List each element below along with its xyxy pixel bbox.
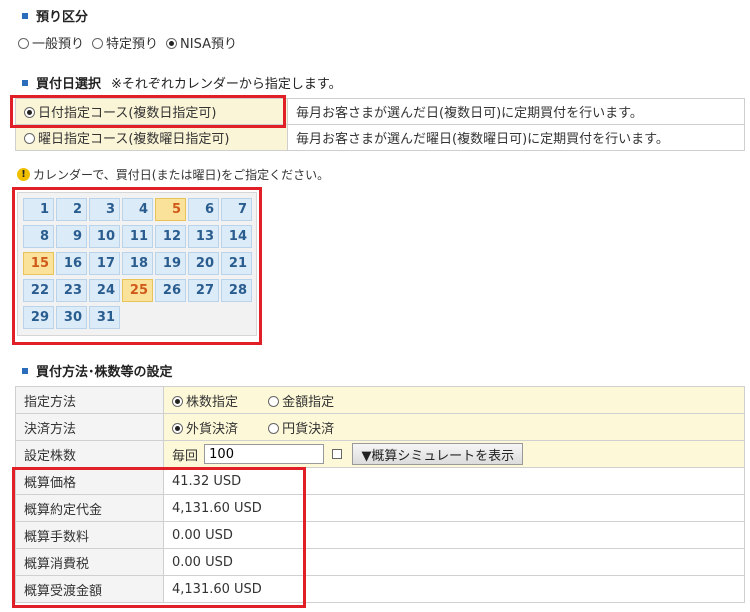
calendar-day[interactable]: 17 <box>89 252 120 275</box>
calendar-day[interactable]: 1 <box>23 198 54 221</box>
spec-method-options: 株数指定 金額指定 <box>163 386 745 414</box>
course-row-date: 日付指定コース(複数日指定可) 毎月お客さまが選んだ日(複数日可)に定期買付を行… <box>15 98 745 125</box>
radio-icon[interactable] <box>268 422 280 434</box>
radio-icon[interactable] <box>24 133 35 144</box>
settings-table: 指定方法 株数指定 金額指定 決済方法 外貨決済 円貨決済 設定株数 毎回 ▼概… <box>15 386 745 603</box>
estimate-row: 概算手数料 0.00 USD <box>15 521 745 549</box>
deposit-option-general[interactable]: 一般預り <box>18 33 84 52</box>
calendar-day[interactable]: 18 <box>122 252 153 275</box>
spec-option-shares[interactable]: 株数指定 <box>172 391 238 410</box>
deposit-title: 預り区分 <box>36 10 89 25</box>
course-row-weekday: 曜日指定コース(複数曜日指定可) 毎月お客さまが選んだ曜日(複数曜日可)に定期買… <box>15 124 745 151</box>
calendar-day[interactable]: 23 <box>56 279 87 302</box>
simulate-button[interactable]: ▼概算シミュレートを表示 <box>352 443 524 465</box>
estimate-value: 0.00 USD <box>163 521 745 549</box>
course-weekday-desc: 毎月お客さまが選んだ曜日(複数曜日可)に定期買付を行います。 <box>287 124 745 151</box>
estimate-value: 4,131.60 USD <box>163 575 745 603</box>
estimate-value: 0.00 USD <box>163 548 745 576</box>
checkbox-icon[interactable] <box>332 449 343 459</box>
calendar-day[interactable]: 30 <box>56 306 87 329</box>
purchase-date-title: 買付日選択 <box>36 77 102 92</box>
spec-method-row: 指定方法 株数指定 金額指定 <box>15 386 745 414</box>
radio-icon[interactable] <box>92 38 104 49</box>
calendar-day[interactable]: 14 <box>221 225 252 248</box>
shares-controls: 毎回 ▼概算シミュレートを表示 <box>163 440 745 468</box>
calendar-day[interactable]: 21 <box>221 252 252 275</box>
calendar-day[interactable]: 13 <box>188 225 219 248</box>
calendar-day[interactable]: 28 <box>221 279 252 302</box>
calendar-day[interactable]: 31 <box>89 306 120 329</box>
calendar-day[interactable]: 22 <box>23 279 54 302</box>
calendar-day[interactable]: 26 <box>155 279 186 302</box>
radio-selected-icon[interactable] <box>166 38 178 49</box>
course-date-option[interactable]: 日付指定コース(複数日指定可) <box>15 98 288 125</box>
calendar-day[interactable]: 8 <box>23 225 54 248</box>
estimate-label: 概算消費税 <box>15 548 164 576</box>
calendar-day[interactable]: 25 <box>122 279 153 302</box>
method-title: 買付方法･株数等の設定 <box>36 365 173 380</box>
calendar-day[interactable]: 24 <box>89 279 120 302</box>
estimate-label: 概算価格 <box>15 467 164 495</box>
estimate-label: 概算手数料 <box>15 521 164 549</box>
calendar-day[interactable]: 11 <box>122 225 153 248</box>
calendar-day[interactable]: 4 <box>122 198 153 221</box>
calendar-day[interactable]: 27 <box>188 279 219 302</box>
estimate-label: 概算約定代金 <box>15 494 164 522</box>
purchase-date-section-title: 買付日選択 ※それぞれカレンダーから指定します。 <box>22 73 342 92</box>
shares-row: 設定株数 毎回 ▼概算シミュレートを表示 <box>15 440 745 468</box>
calendar-day[interactable]: 5 <box>155 198 186 221</box>
radio-selected-icon[interactable] <box>172 422 183 434</box>
deposit-section-title: 預り区分 <box>22 6 88 25</box>
estimate-row: 概算価格 41.32 USD <box>15 467 745 495</box>
calendar-day[interactable]: 16 <box>56 252 87 275</box>
course-date-desc: 毎月お客さまが選んだ日(複数日可)に定期買付を行います。 <box>287 98 745 125</box>
deposit-options: 一般預り 特定預り NISA預り <box>18 33 237 52</box>
deposit-option-nisa[interactable]: NISA預り <box>166 33 237 52</box>
spec-option-amount[interactable]: 金額指定 <box>268 391 334 410</box>
calendar-day[interactable]: 3 <box>89 198 120 221</box>
radio-icon[interactable] <box>18 38 29 49</box>
calendar-day[interactable]: 6 <box>188 198 219 221</box>
settle-method-row: 決済方法 外貨決済 円貨決済 <box>15 413 745 441</box>
calendar-day[interactable]: 20 <box>188 252 219 275</box>
calendar-notice: ! カレンダーで、買付日(または曜日)をご指定ください。 <box>17 166 329 183</box>
calendar-day[interactable]: 29 <box>23 306 54 329</box>
section-marker-icon <box>22 367 28 374</box>
course-weekday-option[interactable]: 曜日指定コース(複数曜日指定可) <box>15 124 288 151</box>
settle-method-label: 決済方法 <box>15 413 164 441</box>
section-marker-icon <box>22 79 28 86</box>
radio-selected-icon[interactable] <box>172 395 183 407</box>
spec-method-label: 指定方法 <box>15 386 164 414</box>
method-section-title: 買付方法･株数等の設定 <box>22 361 173 380</box>
estimate-label: 概算受渡金額 <box>15 575 164 603</box>
calendar-day[interactable]: 7 <box>221 198 252 221</box>
calendar-day[interactable]: 9 <box>56 225 87 248</box>
settle-option-yen[interactable]: 円貨決済 <box>268 418 334 437</box>
deposit-option-specific[interactable]: 特定預り <box>92 33 158 52</box>
calendar-day[interactable]: 19 <box>155 252 186 275</box>
calendar-day[interactable]: 2 <box>56 198 87 221</box>
estimate-row: 概算消費税 0.00 USD <box>15 548 745 576</box>
settle-option-foreign[interactable]: 外貨決済 <box>172 418 238 437</box>
purchase-date-note: ※それぞれカレンダーから指定します。 <box>111 77 342 92</box>
course-table: 日付指定コース(複数日指定可) 毎月お客さまが選んだ日(複数日可)に定期買付を行… <box>15 98 745 151</box>
estimate-value: 4,131.60 USD <box>163 494 745 522</box>
radio-icon[interactable] <box>268 395 280 407</box>
estimate-value: 41.32 USD <box>163 467 745 495</box>
calendar-day[interactable]: 15 <box>23 252 54 275</box>
estimate-row: 概算受渡金額 4,131.60 USD <box>15 575 745 603</box>
radio-selected-icon[interactable] <box>24 107 35 118</box>
every-time-label: 毎回 <box>172 448 199 464</box>
settle-method-options: 外貨決済 円貨決済 <box>163 413 745 441</box>
section-marker-icon <box>22 12 28 19</box>
calendar-day[interactable]: 12 <box>155 225 186 248</box>
calendar-day[interactable]: 10 <box>89 225 120 248</box>
shares-input[interactable] <box>204 444 325 464</box>
estimate-row: 概算約定代金 4,131.60 USD <box>15 494 745 522</box>
shares-label: 設定株数 <box>15 440 164 468</box>
warning-icon: ! <box>17 168 30 181</box>
